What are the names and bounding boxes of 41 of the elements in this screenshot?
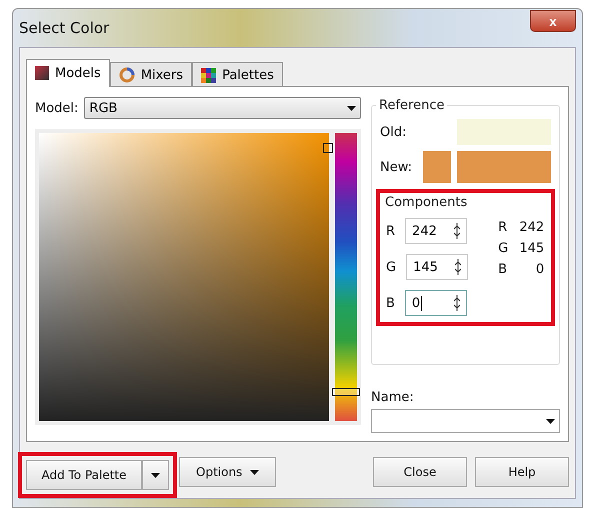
spinner-icon[interactable]: [452, 295, 462, 311]
model-dropdown[interactable]: RGB: [84, 97, 361, 119]
spinner-icon[interactable]: [452, 223, 462, 239]
tab[interactable]: Palettes: [192, 62, 283, 87]
caret-icon: [546, 418, 554, 424]
caret-icon: [151, 472, 160, 478]
picker-marker[interactable]: [323, 143, 333, 153]
channel-label: B: [498, 262, 508, 277]
name-label: Name:: [371, 390, 415, 405]
caret-icon: [250, 470, 260, 474]
window-title: Select Color: [19, 19, 110, 37]
dropdown-button[interactable]: [142, 460, 169, 490]
number-input[interactable]: 145: [406, 254, 468, 280]
gradient-square-icon: [35, 66, 49, 80]
channel-label: G: [498, 241, 508, 256]
channel-label: G: [386, 260, 396, 274]
close-dialog-button[interactable]: Close: [373, 457, 467, 487]
options-button[interactable]: Options: [179, 457, 276, 487]
channel-label: B: [386, 296, 395, 310]
channel-value: 242: [518, 220, 544, 235]
number-input[interactable]: 242: [405, 218, 468, 244]
swatch-label: New:: [380, 160, 412, 174]
add-to-palette-button[interactable]: Add To Palette: [26, 460, 142, 490]
color-swatch: [423, 151, 451, 183]
channel-value: 145: [518, 241, 544, 256]
channel-value: 0: [534, 262, 544, 277]
swatch-label: Old:: [380, 124, 406, 140]
color-grid-icon: [201, 68, 216, 82]
window-close-button[interactable]: x: [530, 10, 576, 32]
model-label: Model:: [35, 100, 78, 116]
hue-slider[interactable]: [335, 133, 357, 421]
tab[interactable]: Mixers: [110, 62, 192, 87]
tab[interactable]: Models: [26, 59, 110, 87]
channel-label: R: [386, 224, 396, 238]
slider-thumb[interactable]: [332, 388, 360, 396]
spinner-icon[interactable]: [453, 259, 464, 275]
color-wheel-icon: [118, 67, 135, 83]
caret-icon: [346, 106, 356, 110]
help-button[interactable]: Help: [475, 457, 569, 487]
number-input[interactable]: 0: [404, 290, 467, 316]
channel-label: R: [498, 220, 508, 235]
